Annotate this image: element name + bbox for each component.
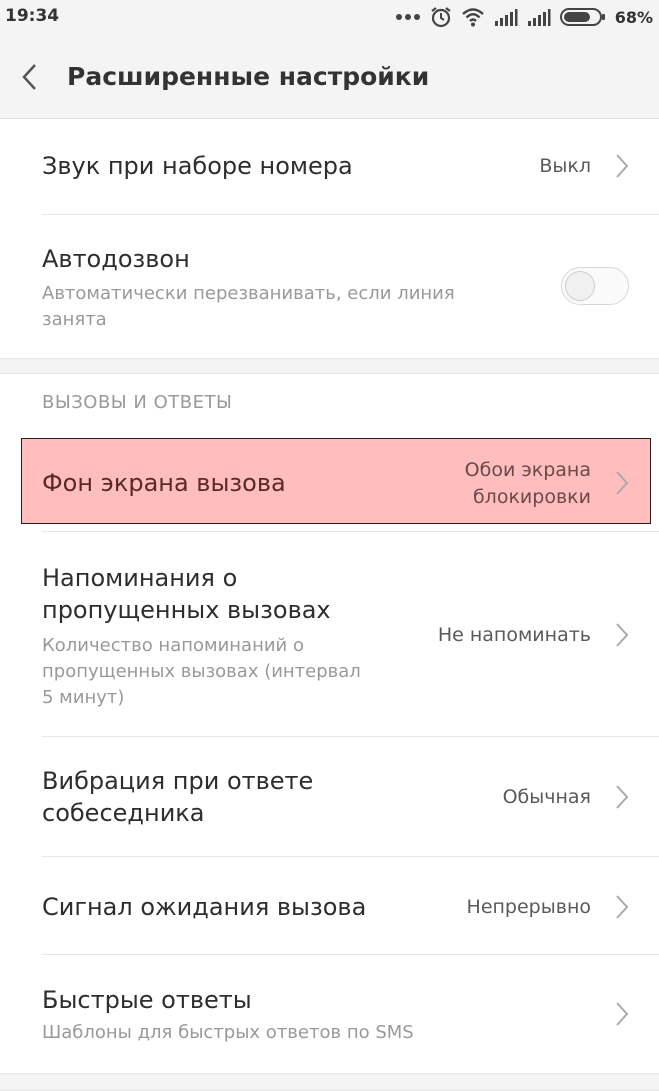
chevron-right-icon	[616, 471, 629, 495]
section-title: ВЫЗОВЫ И ОТВЕТЫ	[42, 392, 233, 413]
setting-call-waiting[interactable]: Сигнал ожидания вызова Непрерывно	[0, 857, 659, 954]
setting-value: Не напоминать	[437, 624, 591, 646]
page-title: Расширенные настройки	[67, 62, 430, 91]
setting-value: Выкл	[539, 155, 591, 177]
setting-answer-vibration[interactable]: Вибрация при ответе собеседника Обычная	[0, 737, 659, 856]
status-icons: 68%	[395, 4, 653, 30]
setting-label: собеседника	[42, 799, 205, 827]
wifi-icon	[461, 8, 484, 27]
app-header: Расширенные настройки	[0, 34, 659, 119]
signal-icon	[527, 9, 551, 26]
setting-dial-sound[interactable]: Звук при наборе номера Выкл	[0, 119, 659, 214]
alarm-icon	[431, 7, 451, 28]
back-arrow-icon[interactable]	[18, 62, 42, 92]
chevron-right-icon	[616, 785, 629, 809]
setting-label: Фон экрана вызова	[42, 469, 286, 497]
section-gap	[0, 358, 659, 374]
setting-label: Сигнал ожидания вызова	[42, 893, 367, 921]
setting-call-background[interactable]: Фон экрана вызова Обои экрана блокировки	[21, 438, 651, 524]
auto-redial-toggle[interactable]	[561, 267, 629, 305]
chevron-right-icon	[616, 623, 629, 647]
chevron-right-icon	[616, 154, 629, 178]
setting-auto-redial[interactable]: Автодозвон Автоматически перезванивать, …	[0, 215, 659, 358]
setting-quick-replies[interactable]: Быстрые ответы Шаблоны для быстрых ответ…	[0, 955, 659, 1073]
status-time: 19:34	[5, 6, 60, 26]
setting-description: Автоматически перезванивать, если линия	[42, 283, 455, 304]
setting-description: пропущенных вызовах (интервал	[42, 661, 361, 682]
setting-description: 5 минут)	[42, 687, 125, 708]
chevron-right-icon	[616, 1002, 629, 1026]
setting-value: блокировки	[472, 486, 591, 508]
section-header: ВЫЗОВЫ И ОТВЕТЫ	[0, 374, 659, 437]
setting-missed-call-reminders[interactable]: Напоминания о пропущенных вызовах Количе…	[0, 532, 659, 736]
setting-label: Звук при наборе номера	[42, 152, 353, 180]
section-gap	[0, 1073, 659, 1091]
setting-label: Напоминания о	[42, 564, 238, 592]
setting-description: Шаблоны для быстрых ответов по SMS	[42, 1022, 414, 1043]
setting-label: Быстрые ответы	[42, 986, 252, 1014]
setting-label: пропущенных вызовах	[42, 596, 331, 624]
dots-icon	[395, 14, 420, 20]
battery-percent: 68%	[614, 7, 653, 27]
setting-label: Автодозвон	[42, 245, 190, 273]
chevron-right-icon	[616, 895, 629, 919]
battery-icon	[559, 8, 605, 26]
toggle-knob	[565, 271, 595, 301]
setting-description: занята	[42, 309, 107, 330]
setting-value: Непрерывно	[466, 896, 591, 918]
setting-value: Обои экрана	[464, 459, 591, 481]
status-bar: 19:34 68%	[0, 0, 659, 34]
setting-label: Вибрация при ответе	[42, 767, 314, 795]
setting-description: Количество напоминаний о	[42, 635, 304, 656]
signal-icon	[494, 9, 518, 26]
setting-value: Обычная	[502, 786, 591, 808]
